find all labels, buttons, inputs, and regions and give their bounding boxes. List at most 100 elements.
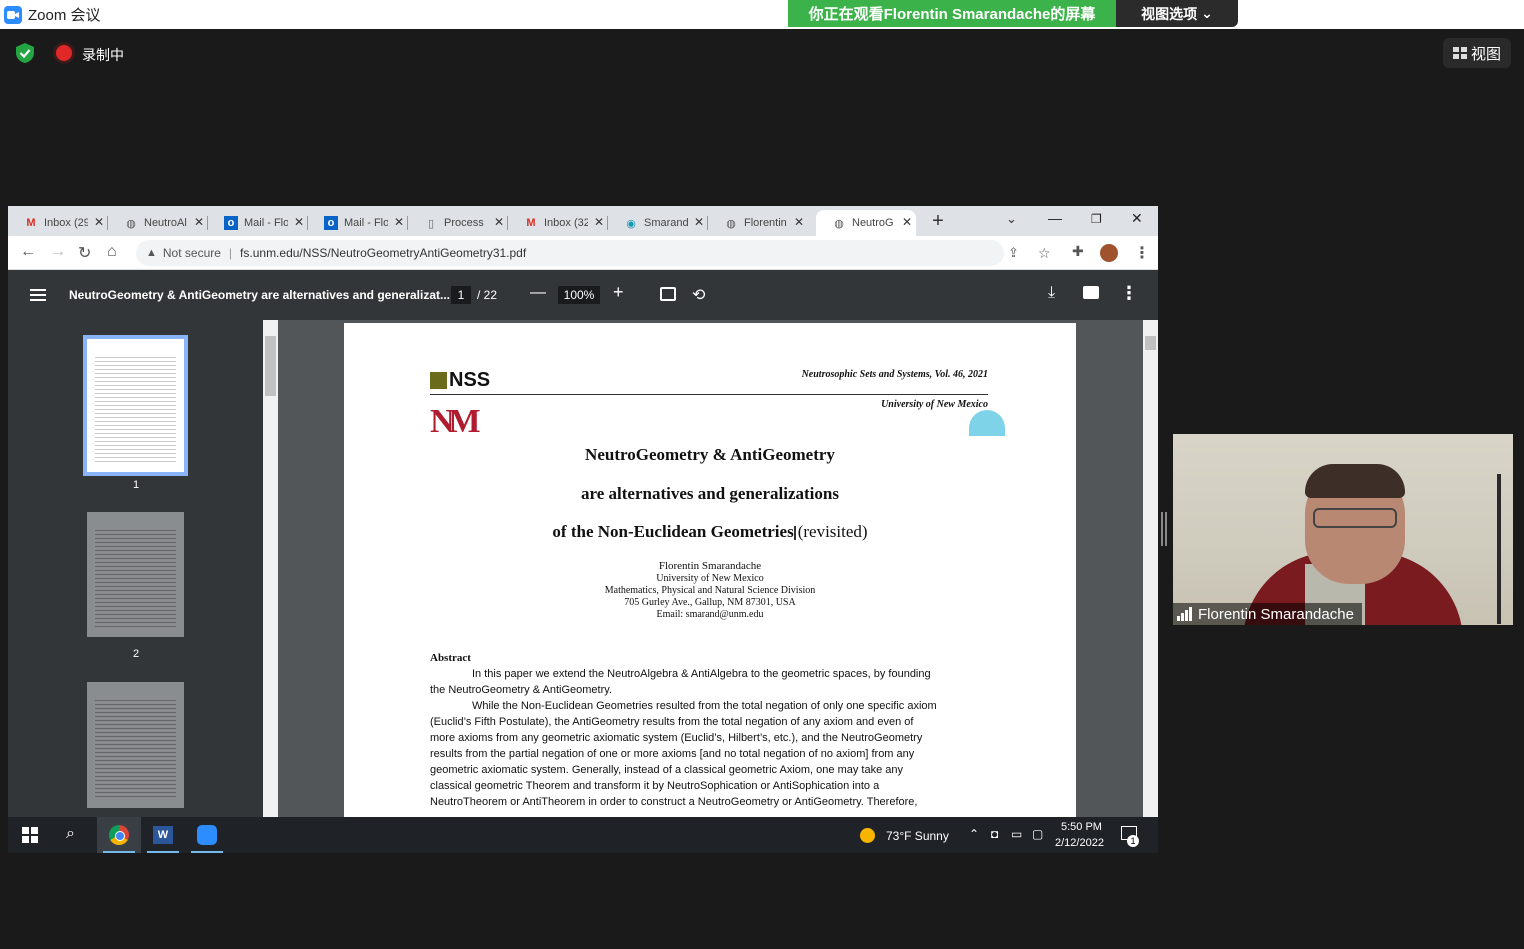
close-window-icon[interactable]: ✕: [1131, 210, 1143, 227]
windows-start-icon[interactable]: [22, 827, 38, 843]
decorative-emblem-icon: [969, 410, 1005, 436]
close-tab-icon[interactable]: ✕: [794, 215, 804, 229]
browser-tab[interactable]: ◉ Smarand ✕: [608, 210, 708, 236]
signal-strength-icon: [1177, 607, 1192, 621]
fit-page-icon[interactable]: [660, 287, 676, 301]
browser-tab[interactable]: M Inbox (29 ✕: [8, 210, 108, 236]
clock-date[interactable]: 2/12/2022: [1055, 837, 1104, 849]
bookmark-star-icon[interactable]: ☆: [1038, 245, 1051, 262]
panel-splitter-handle[interactable]: [1161, 512, 1167, 546]
browser-tab[interactable]: ◍ Florentin ✕: [708, 210, 808, 236]
back-icon[interactable]: ←: [20, 243, 36, 261]
browser-tab[interactable]: M Inbox (32 ✕: [508, 210, 608, 236]
home-icon[interactable]: ⌂: [107, 243, 117, 261]
tray-app-icon[interactable]: ◘: [991, 827, 998, 841]
grid-view-icon: [1452, 47, 1467, 59]
weather-text[interactable]: 73°F Sunny: [886, 829, 949, 843]
zoom-level-input[interactable]: 100%: [558, 286, 600, 304]
new-tab-button[interactable]: +: [926, 209, 950, 233]
close-tab-icon[interactable]: ✕: [294, 215, 304, 229]
clock-time[interactable]: 5:50 PM: [1061, 821, 1102, 833]
participant-video[interactable]: Florentin Smarandache: [1173, 434, 1513, 625]
document-scrollbar[interactable]: [1143, 320, 1158, 817]
unm-logo: NM: [430, 403, 481, 440]
paper-title-line-1: NeutroGeometry & AntiGeometry: [585, 445, 835, 464]
view-options-label: 视图选项: [1141, 5, 1198, 22]
recording-dot-icon: [56, 45, 72, 61]
zoom-in-button[interactable]: +: [613, 282, 624, 303]
page-thumbnail[interactable]: [87, 682, 184, 808]
browser-tab[interactable]: o Mail - Flo ✕: [308, 210, 408, 236]
security-shield-icon[interactable]: [14, 42, 36, 64]
pdf-toolbar: NeutroGeometry & AntiGeometry are altern…: [8, 270, 1158, 320]
screen-share-banner: 你正在观看Florentin Smarandache的屏幕: [788, 0, 1116, 27]
page-total: / 22: [477, 288, 498, 302]
profile-avatar[interactable]: [1100, 244, 1118, 262]
close-tab-icon[interactable]: ✕: [902, 215, 912, 229]
journal-header: Neutrosophic Sets and Systems, Vol. 46, …: [801, 369, 988, 380]
abstract-line: NeutroTheorem or AntiTheorem in order to…: [430, 796, 918, 808]
close-tab-icon[interactable]: ✕: [94, 215, 104, 229]
forward-icon[interactable]: →: [50, 243, 66, 261]
affiliation-line: 705 Gurley Ave., Gallup, NM 87301, USA: [624, 597, 796, 608]
abstract-line: (Euclid’s Fifth Postulate), the AntiGeom…: [430, 716, 914, 728]
taskbar-chrome[interactable]: [97, 817, 141, 853]
globe-icon: ◍: [834, 217, 844, 230]
extensions-puzzle-icon[interactable]: ✚: [1072, 243, 1084, 260]
abstract-line: more axioms from any geometric axiomatic…: [430, 732, 923, 744]
globe-icon: ◍: [726, 217, 736, 230]
close-tab-icon[interactable]: ✕: [594, 215, 604, 229]
page-thumbnail[interactable]: [83, 335, 188, 476]
address-bar: ← → ↻ ⌂ ▲ Not secure | fs.unm.edu/NSS/Ne…: [8, 236, 1158, 270]
weather-sun-icon[interactable]: [860, 828, 875, 843]
abstract-heading: Abstract: [430, 652, 471, 664]
view-button[interactable]: 视图: [1443, 38, 1511, 68]
search-icon[interactable]: ⌕: [66, 825, 75, 843]
network-icon[interactable]: ▢: [1032, 827, 1043, 841]
background-pole: [1497, 474, 1501, 624]
zoom-out-button[interactable]: —: [530, 284, 546, 302]
pdf-document-title: NeutroGeometry & AntiGeometry are altern…: [69, 288, 451, 302]
view-options-button[interactable]: 视图选项 ⌄: [1116, 0, 1238, 27]
app-title: Zoom 会议: [28, 7, 101, 24]
globe-icon: ◍: [126, 217, 136, 230]
close-tab-icon[interactable]: ✕: [194, 215, 204, 229]
hamburger-menu-icon[interactable]: [30, 289, 46, 301]
tray-chevron-up-icon[interactable]: ⌃: [969, 827, 979, 841]
minimize-icon[interactable]: —: [1048, 210, 1062, 226]
omnibox-divider: |: [228, 246, 233, 260]
restore-icon[interactable]: ❐: [1091, 212, 1102, 226]
abstract-line: While the Non-Euclidean Geometries resul…: [472, 700, 937, 712]
zoom-logo-icon: [4, 5, 22, 24]
view-button-label: 视图: [1470, 45, 1501, 63]
rotate-icon[interactable]: ⟲: [692, 285, 705, 305]
chrome-icon: [109, 825, 129, 845]
battery-icon[interactable]: ▭: [1011, 827, 1022, 841]
participant-name: Florentin Smarandache: [1198, 605, 1354, 623]
pdf-viewer: 1 2 NSS Neutrosophic Sets and Systems, V…: [8, 320, 1158, 817]
thumbnail-scrollbar[interactable]: [263, 320, 278, 817]
page-thumbnail[interactable]: [87, 512, 184, 637]
shared-browser-window: M Inbox (29 ✕ ◍ NeutroAl ✕ o Mail - Flo ✕ o Mai…: [8, 206, 1158, 853]
download-icon[interactable]: ⤓: [1048, 284, 1055, 302]
url-text[interactable]: fs.unm.edu/NSS/NeutroGeometryAntiGeometr…: [240, 246, 526, 260]
browser-tab[interactable]: o Mail - Flo ✕: [208, 210, 308, 236]
close-tab-icon[interactable]: ✕: [494, 215, 504, 229]
omnibox[interactable]: ▲ Not secure | fs.unm.edu/NSS/NeutroGeom…: [136, 240, 1051, 266]
browser-tab[interactable]: ▯ Process ✕: [408, 210, 508, 236]
gmail-icon: M: [526, 217, 536, 229]
reload-icon[interactable]: ↻: [78, 243, 91, 263]
page-number-input[interactable]: 1: [451, 286, 471, 304]
taskbar-zoom[interactable]: [185, 817, 229, 853]
more-options-icon[interactable]: ⋮: [1120, 283, 1138, 304]
browser-tab-active[interactable]: ◍ NeutroG ✕: [816, 210, 916, 236]
chrome-menu-icon[interactable]: ⋮: [1134, 243, 1150, 263]
taskbar-word[interactable]: W: [141, 817, 185, 853]
share-icon[interactable]: ⇪: [1008, 245, 1019, 261]
close-tab-icon[interactable]: ✕: [694, 215, 704, 229]
browser-tab[interactable]: ◍ NeutroAl ✕: [108, 210, 208, 236]
print-icon[interactable]: [1083, 286, 1099, 299]
close-tab-icon[interactable]: ✕: [394, 215, 404, 229]
tab-search-chevron-icon[interactable]: ⌄: [1006, 211, 1017, 227]
participant-glasses: [1313, 508, 1397, 528]
